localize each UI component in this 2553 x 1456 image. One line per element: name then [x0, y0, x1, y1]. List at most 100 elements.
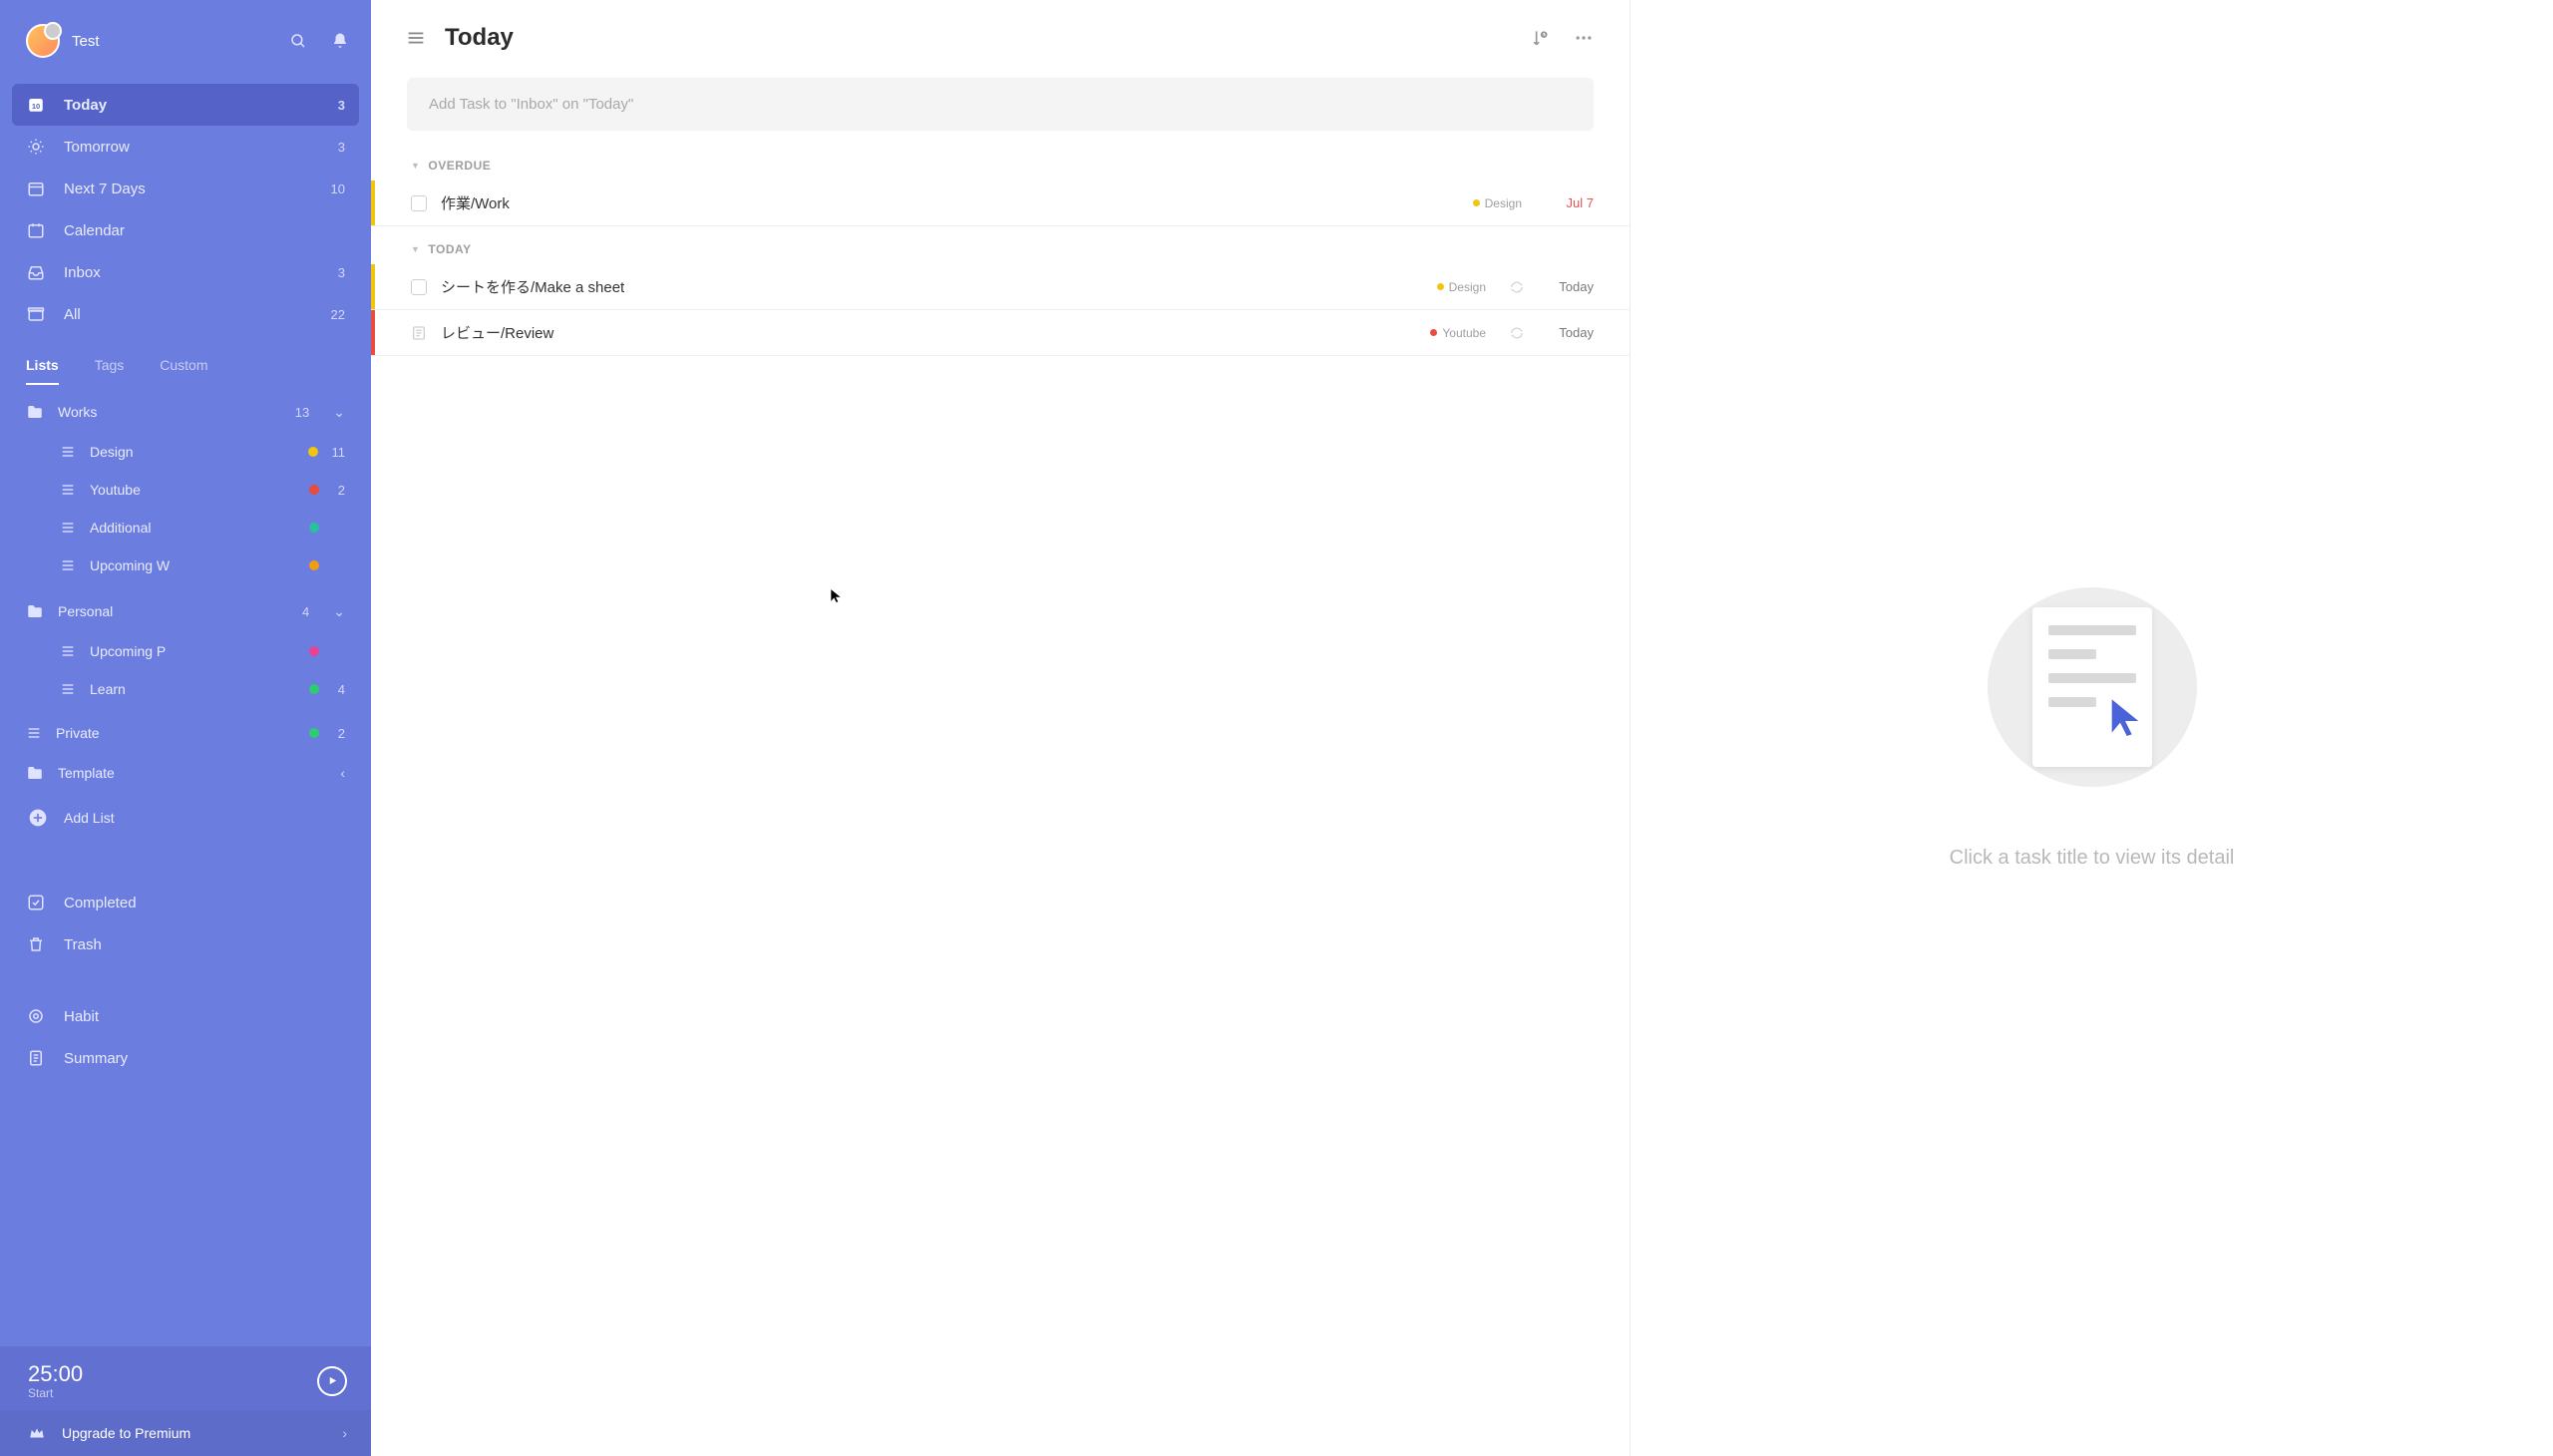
trash-icon: [26, 935, 46, 953]
hamburger-icon[interactable]: [405, 27, 427, 49]
mouse-cursor-icon: [829, 586, 843, 609]
sidebar-item-completed[interactable]: Completed: [12, 882, 359, 923]
list-icon: [60, 643, 76, 659]
color-dot: [308, 447, 318, 457]
sidebar-item-count: 3: [338, 265, 345, 280]
task-list-chip[interactable]: Youtube: [1430, 326, 1486, 340]
more-icon[interactable]: [1574, 28, 1594, 48]
sidebar-item-summary[interactable]: Summary: [12, 1037, 359, 1079]
list-upcomingw[interactable]: Upcoming W: [32, 546, 359, 584]
chevron-down-icon: ⌄: [333, 603, 345, 620]
list-label: Upcoming P: [90, 643, 295, 659]
folder-works[interactable]: Works 13 ⌄: [12, 391, 359, 433]
task-due[interactable]: Jul 7: [1546, 195, 1594, 210]
sidebar-item-label: Summary: [64, 1050, 345, 1067]
archive-icon: [26, 305, 46, 323]
collapse-icon: ▼: [411, 244, 420, 254]
chip-label: Design: [1449, 280, 1486, 294]
username[interactable]: Test: [72, 33, 100, 50]
list-youtube[interactable]: Youtube 2: [32, 471, 359, 509]
task-due[interactable]: Today: [1546, 279, 1594, 294]
sidebar: Test 10 Today 3: [0, 0, 371, 1456]
list-icon: [60, 444, 76, 460]
empty-illustration: [1988, 587, 2197, 787]
add-task-input[interactable]: Add Task to "Inbox" on "Today": [407, 78, 1594, 131]
task-row[interactable]: 作業/Work Design Jul 7: [371, 181, 1630, 226]
list-count: 4: [333, 682, 345, 697]
sidebar-item-label: Completed: [64, 895, 345, 911]
sidebar-item-trash[interactable]: Trash: [12, 923, 359, 965]
task-title[interactable]: 作業/Work: [441, 192, 1459, 213]
sidebar-header: Test: [0, 0, 371, 80]
page-title: Today: [445, 24, 514, 52]
calendar-icon: [26, 221, 46, 239]
list-design[interactable]: Design 11: [32, 433, 359, 471]
sidebar-item-count: 3: [338, 140, 345, 155]
list-upcomingp[interactable]: Upcoming P: [32, 632, 359, 670]
task-checkbox-note[interactable]: [411, 325, 427, 341]
list-additional[interactable]: Additional: [32, 509, 359, 546]
sidebar-item-habit[interactable]: Habit: [12, 995, 359, 1037]
pomo-timer[interactable]: 25:00 Start: [0, 1346, 371, 1410]
folder-icon: [26, 602, 44, 620]
upgrade-banner[interactable]: Upgrade to Premium ›: [0, 1410, 371, 1456]
section-today[interactable]: ▼ TODAY: [371, 226, 1630, 264]
today-icon: 10: [26, 96, 46, 114]
folder-template[interactable]: Template ‹: [12, 752, 359, 794]
list-learn[interactable]: Learn 4: [32, 670, 359, 708]
sidebar-item-label: Today: [64, 97, 320, 114]
sidebar-item-label: Trash: [64, 936, 345, 953]
play-button[interactable]: [317, 1366, 347, 1396]
tab-lists[interactable]: Lists: [26, 357, 59, 385]
color-dot: [309, 560, 319, 570]
task-detail-pane: Click a task title to view its detail: [1631, 0, 2553, 1456]
color-dot: [309, 485, 319, 495]
list-label: Upcoming W: [90, 557, 295, 573]
task-row[interactable]: レビュー/Review Youtube Today: [371, 310, 1630, 356]
task-list-chip[interactable]: Design: [1473, 196, 1522, 210]
bell-icon[interactable]: [331, 32, 349, 50]
sidebar-item-today[interactable]: 10 Today 3: [12, 84, 359, 126]
task-checkbox[interactable]: [411, 279, 427, 295]
calendar-week-icon: [26, 180, 46, 197]
sidebar-lists: Works 13 ⌄ Design 11 Youtube 2: [0, 385, 371, 1346]
sidebar-item-next7[interactable]: Next 7 Days 10: [12, 168, 359, 209]
sidebar-item-count: 10: [331, 182, 345, 196]
section-overdue[interactable]: ▼ OVERDUE: [371, 143, 1630, 181]
task-title[interactable]: シートを作る/Make a sheet: [441, 276, 1423, 297]
chevron-left-icon: ‹: [340, 765, 345, 781]
list-label: Design: [90, 444, 294, 460]
folder-count: 13: [295, 405, 309, 420]
tab-tags[interactable]: Tags: [95, 357, 125, 385]
sidebar-item-tomorrow[interactable]: Tomorrow 3: [12, 126, 359, 168]
check-icon: [26, 894, 46, 911]
sidebar-item-all[interactable]: All 22: [12, 293, 359, 335]
crown-icon: [28, 1424, 46, 1442]
task-row[interactable]: シートを作る/Make a sheet Design Today: [371, 264, 1630, 310]
list-icon: [26, 725, 42, 741]
repeat-icon: [1510, 326, 1524, 340]
sort-icon[interactable]: [1530, 28, 1550, 48]
tab-custom[interactable]: Custom: [160, 357, 207, 385]
task-due[interactable]: Today: [1546, 325, 1594, 340]
add-list-button[interactable]: Add List: [12, 794, 359, 842]
chip-label: Design: [1485, 196, 1522, 210]
task-title[interactable]: レビュー/Review: [441, 322, 1416, 343]
list-icon: [60, 681, 76, 697]
sidebar-item-calendar[interactable]: Calendar: [12, 209, 359, 251]
task-checkbox[interactable]: [411, 195, 427, 211]
sidebar-item-label: Calendar: [64, 222, 327, 239]
sidebar-item-inbox[interactable]: Inbox 3: [12, 251, 359, 293]
color-dot: [1473, 199, 1480, 206]
list-private[interactable]: Private 2: [12, 714, 359, 752]
add-list-label: Add List: [64, 810, 115, 826]
tomorrow-icon: [26, 138, 46, 156]
folder-label: Personal: [58, 603, 288, 619]
search-icon[interactable]: [289, 32, 307, 50]
color-dot: [1430, 329, 1437, 336]
folder-personal[interactable]: Personal 4 ⌄: [12, 590, 359, 632]
avatar[interactable]: [26, 24, 60, 58]
folder-icon: [26, 403, 44, 421]
section-title: OVERDUE: [428, 159, 491, 173]
task-list-chip[interactable]: Design: [1437, 280, 1486, 294]
